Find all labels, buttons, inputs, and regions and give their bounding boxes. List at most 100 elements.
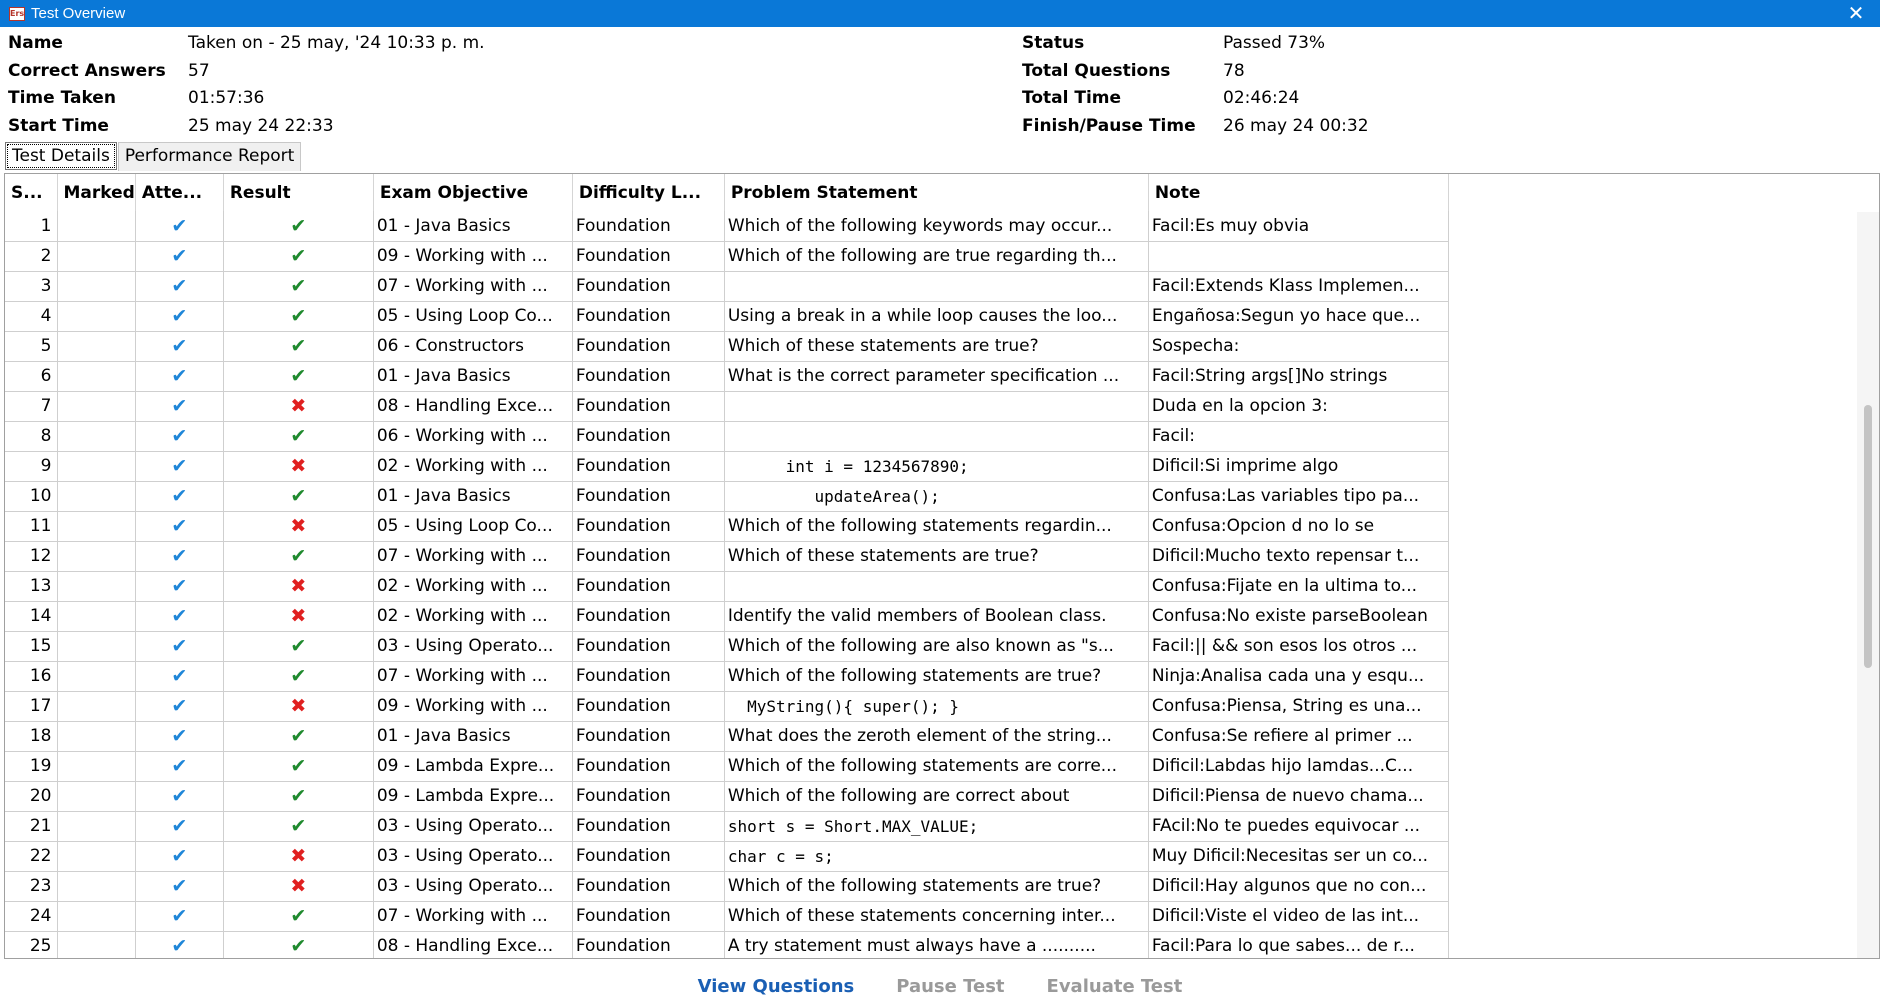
column-header-note[interactable]: Note [1148,174,1449,211]
table-row[interactable]: 19 ✔ ✔ 09 - Lambda Expre... Foundation Which … [5,751,1449,782]
table-row[interactable]: 17 ✔ ✖ 09 - Working with ... Foundation MySt… [5,691,1449,722]
close-icon[interactable]: ✕ [1844,1,1868,25]
table-row[interactable]: 18 ✔ ✔ 01 - Java Basics Foundation What does … [5,721,1449,752]
cell-result: ✔ [223,931,374,958]
cell-problem-statement: Identify the valid members of Boolean cl… [724,601,1149,632]
test-details-table: S... Marked Atte... Result Exam Objectiv… [4,173,1880,959]
checkmark-icon: ✔ [171,245,188,267]
summary-value: 02:46:24 [1223,88,1300,108]
cell-attempted: ✔ [135,781,224,812]
table-row[interactable]: 13 ✔ ✖ 02 - Working with ... Foundation Confu… [5,571,1449,602]
cell-attempted: ✔ [135,301,224,332]
summary-label: Total Time [1022,88,1122,108]
cell-problem-statement: Which of these statements are true? [724,331,1149,362]
table-row[interactable]: 14 ✔ ✖ 02 - Working with ... Foundation Ident… [5,601,1449,632]
cell-marked [57,391,136,422]
cell-serial: 6 [5,361,58,392]
cell-note: Facil:Es muy obvia [1148,211,1449,242]
checkmark-icon: ✔ [171,845,188,867]
table-row[interactable]: 3 ✔ ✔ 07 - Working with ... Foundation Facil:… [5,271,1449,302]
column-header-marked[interactable]: Marked [57,174,136,211]
green-check-icon: ✔ [290,545,307,567]
cell-result: ✔ [223,211,374,242]
scrollbar-thumb[interactable] [1864,405,1872,668]
summary-value: Taken on - 25 may, '24 10:33 p. m. [188,33,485,53]
checkmark-icon: ✔ [171,395,188,417]
evaluate-test-button[interactable]: Evaluate Test [1047,960,1183,1000]
cell-result: ✔ [223,361,374,392]
green-check-icon: ✔ [290,635,307,657]
tab-test-details[interactable]: Test Details [5,142,117,170]
cell-note: Confusa:No existe parseBoolean [1148,601,1449,632]
column-header-result[interactable]: Result [223,174,374,211]
red-x-icon: ✖ [290,875,307,897]
cell-result: ✖ [223,841,374,872]
table-row[interactable]: 2 ✔ ✔ 09 - Working with ... Foundation Which … [5,241,1449,272]
cell-note: Dificil:Labdas hijo lamdas...C... [1148,751,1449,782]
cell-serial: 11 [5,511,58,542]
summary-value: 78 [1223,60,1245,81]
cell-result: ✖ [223,691,374,722]
column-header-difficulty[interactable]: Difficulty L... [572,174,725,211]
cell-attempted: ✔ [135,691,224,722]
table-row[interactable]: 7 ✔ ✖ 08 - Handling Exce... Foundation Duda e… [5,391,1449,422]
table-row[interactable]: 21 ✔ ✔ 03 - Using Operato... Foundation short… [5,811,1449,842]
cell-difficulty: Foundation [572,481,725,512]
column-header-exam-objective[interactable]: Exam Objective [373,174,573,211]
table-row[interactable]: 10 ✔ ✔ 01 - Java Basics Foundation updateAre… [5,481,1449,512]
vertical-scrollbar[interactable] [1857,212,1879,958]
green-check-icon: ✔ [290,815,307,837]
cell-note: Facil:String args[]No strings [1148,361,1449,392]
table-row[interactable]: 8 ✔ ✔ 06 - Working with ... Foundation Facil: [5,421,1449,452]
cell-serial: 13 [5,571,58,602]
column-header-serial[interactable]: S... [5,174,58,211]
tab-performance-report[interactable]: Performance Report [117,142,302,171]
cell-serial: 3 [5,271,58,302]
column-header-problem-statement[interactable]: Problem Statement [724,174,1149,211]
cell-marked [57,901,136,932]
checkmark-icon: ✔ [171,755,188,777]
cell-difficulty: Foundation [572,931,725,958]
checkmark-icon: ✔ [171,725,188,747]
checkmark-icon: ✔ [171,545,188,567]
green-check-icon: ✔ [290,365,307,387]
cell-note: Confusa:Piensa, String es una... [1148,691,1449,722]
checkmark-icon: ✔ [171,425,188,447]
view-questions-button[interactable]: View Questions [698,960,855,1000]
cell-result: ✔ [223,241,374,272]
table-row[interactable]: 4 ✔ ✔ 05 - Using Loop Co... Foundation Using … [5,301,1449,332]
cell-difficulty: Foundation [572,511,725,542]
table-row[interactable]: 9 ✔ ✖ 02 - Working with ... Foundation int i… [5,451,1449,482]
red-x-icon: ✖ [290,575,307,597]
table-row[interactable]: 6 ✔ ✔ 01 - Java Basics Foundation What is the… [5,361,1449,392]
cell-exam-objective: 07 - Working with ... [373,541,573,572]
summary-label: Correct Answers [8,60,166,81]
red-x-icon: ✖ [290,845,307,867]
table-row[interactable]: 15 ✔ ✔ 03 - Using Operato... Foundation Which… [5,631,1449,662]
table-row[interactable]: 23 ✔ ✖ 03 - Using Operato... Foundation Which… [5,871,1449,902]
cell-serial: 22 [5,841,58,872]
table-row[interactable]: 16 ✔ ✔ 07 - Working with ... Foundation Which… [5,661,1449,692]
pause-test-button[interactable]: Pause Test [896,960,1004,1000]
table-row[interactable]: 24 ✔ ✔ 07 - Working with ... Foundation Which… [5,901,1449,932]
green-check-icon: ✔ [290,275,307,297]
cell-marked [57,331,136,362]
cell-problem-statement: Which of the following statements are co… [724,751,1149,782]
checkmark-icon: ✔ [171,275,188,297]
cell-attempted: ✔ [135,751,224,782]
table-row[interactable]: 12 ✔ ✔ 07 - Working with ... Foundation Which… [5,541,1449,572]
cell-marked [57,361,136,392]
table-row[interactable]: 1 ✔ ✔ 01 - Java Basics Foundation Which of th… [5,211,1449,242]
table-row[interactable]: 20 ✔ ✔ 09 - Lambda Expre... Foundation Which … [5,781,1449,812]
cell-problem-statement: int i = 1234567890; [724,451,1149,482]
cell-result: ✔ [223,631,374,662]
summary-row-status: Status Passed 73% [1022,30,1369,58]
column-header-attempted[interactable]: Atte... [135,174,224,211]
checkmark-icon: ✔ [171,875,188,897]
cell-difficulty: Foundation [572,871,725,902]
table-row[interactable]: 25 ✔ ✔ 08 - Handling Exce... Foundation A try… [5,931,1449,958]
table-row[interactable]: 11 ✔ ✖ 05 - Using Loop Co... Foundation Which… [5,511,1449,542]
cell-marked [57,691,136,722]
table-row[interactable]: 5 ✔ ✔ 06 - Constructors Foundation Which of t… [5,331,1449,362]
table-row[interactable]: 22 ✔ ✖ 03 - Using Operato... Foundation char … [5,841,1449,872]
